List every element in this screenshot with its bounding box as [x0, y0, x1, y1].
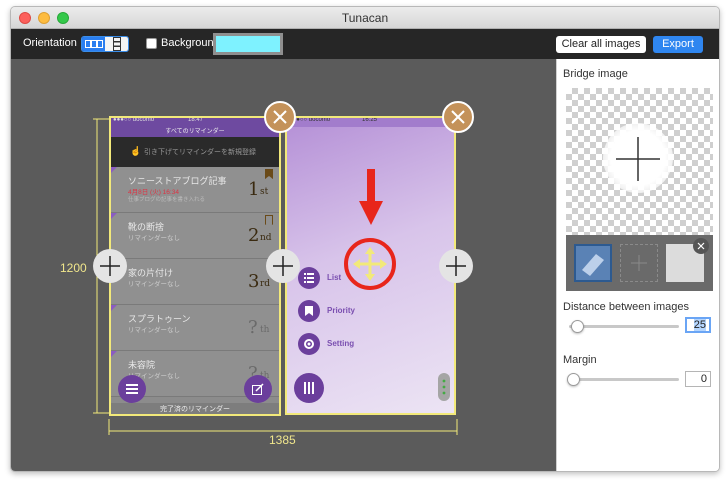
editing-canvas: 1200 1385 ●●●○○ docomo 18:47 すべてのリマインダー …	[11, 59, 556, 471]
export-button[interactable]: Export	[653, 36, 703, 53]
bridge-image-preview[interactable]	[566, 88, 713, 235]
margin-label: Margin	[563, 354, 597, 366]
orientation-horizontal-button[interactable]	[82, 37, 105, 51]
red-arrow-annotation	[359, 169, 383, 225]
window-title: Tunacan	[341, 11, 389, 25]
plus-icon	[446, 256, 466, 276]
bridge-image-label: Bridge image	[563, 68, 628, 80]
bridge-thumbnail-strip	[566, 235, 713, 291]
plus-icon	[100, 256, 120, 276]
background-color-swatch	[216, 36, 280, 52]
horizontal-layout-icon	[84, 40, 103, 48]
plus-icon	[631, 255, 647, 271]
close-icon	[697, 242, 705, 250]
close-icon	[451, 110, 465, 124]
orientation-label: Orientation	[23, 37, 77, 49]
vertical-layout-icon	[112, 37, 121, 51]
width-dimension-label: 1385	[269, 433, 296, 447]
add-image-left-button[interactable]	[93, 249, 127, 283]
plus-icon	[616, 137, 660, 181]
orientation-vertical-button[interactable]	[105, 37, 128, 51]
app-window: Tunacan Orientation Background Clear all…	[10, 6, 720, 472]
distance-slider-track[interactable]	[569, 325, 679, 328]
move-handle[interactable]	[344, 238, 396, 290]
clear-all-images-button[interactable]: Clear all images	[556, 36, 646, 53]
title-bar: Tunacan	[11, 7, 719, 29]
margin-value-field[interactable]: 0	[685, 371, 711, 387]
background-label: Background	[161, 37, 220, 49]
orientation-segmented-control	[81, 36, 129, 52]
plus-icon	[273, 256, 293, 276]
delete-left-image-button[interactable]	[264, 101, 296, 133]
close-icon	[273, 110, 287, 124]
eraser-icon	[582, 254, 604, 276]
toolbar: Orientation Background Clear all images …	[11, 29, 719, 59]
distance-value-field[interactable]: 25	[685, 317, 711, 333]
move-icon	[353, 247, 387, 281]
delete-right-image-button[interactable]	[442, 101, 474, 133]
background-color-well[interactable]	[213, 33, 283, 55]
bridge-thumbnail-2[interactable]	[620, 244, 658, 282]
distance-label: Distance between images	[563, 301, 689, 313]
height-dimension-label: 1200	[60, 261, 87, 275]
add-image-middle-button[interactable]	[266, 249, 300, 283]
distance-value-text: 25	[693, 319, 706, 331]
remove-thumbnail-button[interactable]	[693, 238, 709, 254]
margin-slider-knob[interactable]	[567, 373, 580, 386]
left-selection-frame	[109, 116, 281, 416]
bridge-thumbnail-1[interactable]	[574, 244, 612, 282]
background-checkbox[interactable]	[146, 38, 157, 49]
add-image-right-button[interactable]	[439, 249, 473, 283]
margin-slider-track[interactable]	[569, 378, 679, 381]
distance-slider-knob[interactable]	[570, 320, 584, 333]
inspector-panel: Bridge image Distance between images 25 …	[556, 59, 719, 471]
